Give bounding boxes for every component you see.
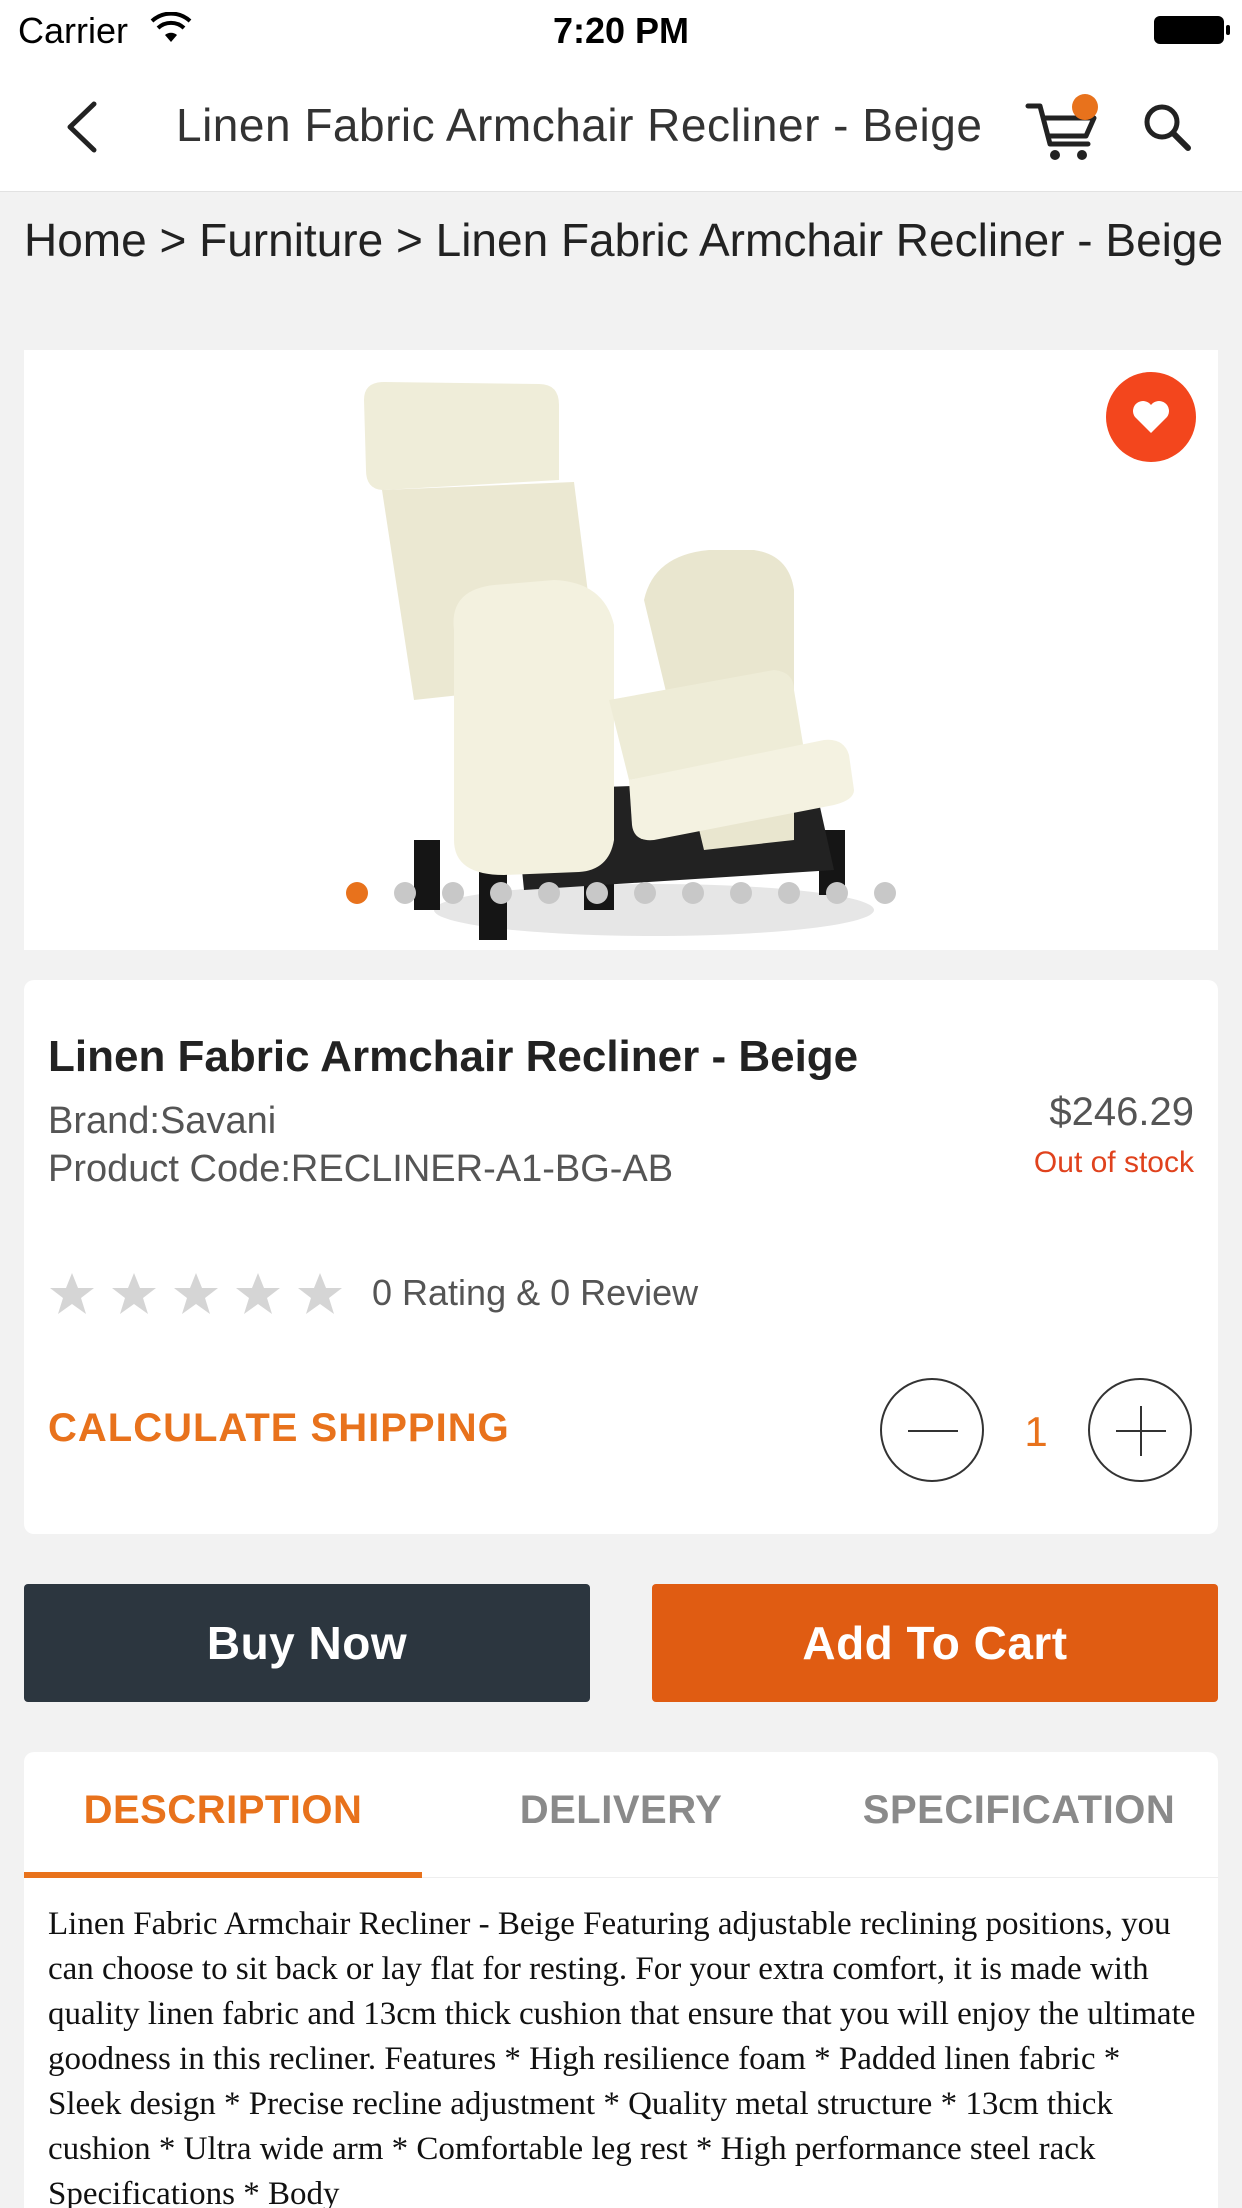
star-icon xyxy=(50,1273,94,1314)
rating-summary[interactable]: 0 Rating & 0 Review xyxy=(372,1272,698,1314)
product-price: $246.29 xyxy=(1049,1090,1194,1134)
product-image-gallery[interactable] xyxy=(24,350,1218,950)
product-code: Product Code:RECLINER-A1-BG-AB xyxy=(48,1148,674,1190)
gallery-dot[interactable] xyxy=(490,882,512,904)
star-icon xyxy=(112,1273,156,1314)
product-title: Linen Fabric Armchair Recliner - Beige xyxy=(48,1032,859,1081)
heart-icon xyxy=(1133,401,1169,433)
tab-description[interactable]: DESCRIPTION xyxy=(24,1752,422,1878)
gallery-dot[interactable] xyxy=(826,882,848,904)
status-time: 7:20 PM xyxy=(552,10,690,51)
quantity-decrement-button[interactable] xyxy=(880,1378,984,1482)
cart-badge xyxy=(1072,94,1098,120)
buy-now-button[interactable]: Buy Now xyxy=(24,1584,590,1702)
nav-title: Linen Fabric Armchair Recliner - Beige xyxy=(176,99,983,151)
star-icon xyxy=(174,1273,218,1314)
tab-delivery[interactable]: DELIVERY xyxy=(422,1752,820,1877)
navigation-bar: Linen Fabric Armchair Recliner - Beige xyxy=(0,62,1242,192)
search-icon[interactable] xyxy=(1138,98,1198,158)
gallery-dot[interactable] xyxy=(634,882,656,904)
product-info-card: Linen Fabric Armchair Recliner - Beige B… xyxy=(24,980,1218,1534)
add-to-cart-button[interactable]: Add To Cart xyxy=(652,1584,1218,1702)
gallery-dot[interactable] xyxy=(538,882,560,904)
gallery-dot[interactable] xyxy=(730,882,752,904)
gallery-pagination-dots[interactable] xyxy=(346,882,896,906)
details-card: DESCRIPTION DELIVERY SPECIFICATION Linen… xyxy=(24,1752,1218,2208)
star-icon xyxy=(236,1273,280,1314)
favorite-button[interactable] xyxy=(1106,372,1196,462)
tab-specification[interactable]: SPECIFICATION xyxy=(820,1752,1218,1877)
calculate-shipping-link[interactable]: CALCULATE SHIPPING xyxy=(48,1406,510,1451)
product-image xyxy=(364,382,874,940)
gallery-dot[interactable] xyxy=(394,882,416,904)
gallery-dot[interactable] xyxy=(586,882,608,904)
battery-icon xyxy=(1154,16,1230,44)
quantity-increment-button[interactable] xyxy=(1088,1378,1192,1482)
product-brand: Brand:Savani xyxy=(48,1100,277,1142)
gallery-dot[interactable] xyxy=(442,882,464,904)
breadcrumb[interactable]: Home > Furniture > Linen Fabric Armchair… xyxy=(24,212,1224,268)
quantity-value: 1 xyxy=(1024,1408,1048,1455)
details-tabs: DESCRIPTION DELIVERY SPECIFICATION xyxy=(24,1752,1218,1878)
gallery-dot[interactable] xyxy=(682,882,704,904)
product-description: Linen Fabric Armchair Recliner - Beige F… xyxy=(48,1906,1196,2208)
status-bar: Carrier 7:20 PM xyxy=(0,0,1242,62)
star-icon xyxy=(298,1273,342,1314)
gallery-dot[interactable] xyxy=(346,882,368,904)
stock-status: Out of stock xyxy=(1033,1146,1194,1179)
rating-stars xyxy=(48,1270,344,1318)
gallery-dot[interactable] xyxy=(874,882,896,904)
gallery-dot[interactable] xyxy=(778,882,800,904)
back-arrow-icon[interactable] xyxy=(52,92,122,162)
